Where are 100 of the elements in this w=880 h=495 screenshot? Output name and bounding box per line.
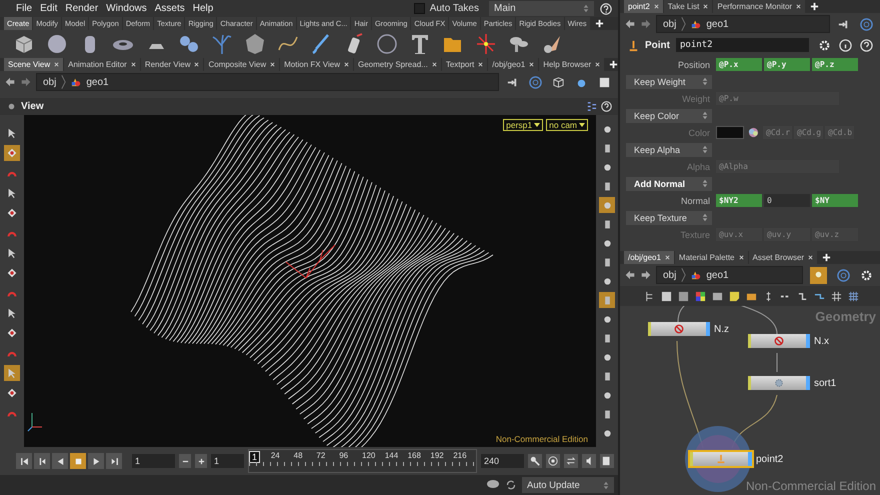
path-crumb[interactable]: obj: [43, 76, 56, 88]
node-name-field[interactable]: point2: [676, 38, 809, 52]
tree-view-icon[interactable]: [644, 290, 655, 302]
network-node[interactable]: [690, 452, 752, 466]
menu-item[interactable]: File: [12, 3, 36, 14]
parameter-dropdown[interactable]: Keep Alpha: [626, 142, 712, 156]
pane-tab[interactable]: Asset Browser: [748, 251, 818, 264]
start-frame-field[interactable]: 1: [211, 454, 244, 468]
menu-item[interactable]: Windows: [102, 3, 151, 14]
timeline-ruler[interactable]: 1 24 48 72 96 120 144 168 192 216: [248, 449, 477, 473]
auto-takes-checkbox[interactable]: [414, 3, 425, 14]
forward-arrow-icon[interactable]: [640, 269, 652, 281]
parameter-field[interactable]: 0: [764, 194, 810, 207]
network-node[interactable]: [748, 376, 810, 390]
camera-lock-menu[interactable]: no cam: [546, 119, 588, 131]
key-icon[interactable]: [528, 454, 542, 468]
close-icon[interactable]: [738, 255, 744, 260]
refresh-icon[interactable]: [504, 479, 518, 491]
gear-icon[interactable]: [860, 268, 873, 282]
color-palette-icon[interactable]: [695, 290, 706, 302]
list-view-icon[interactable]: [661, 290, 672, 302]
grid-icon[interactable]: [848, 290, 859, 302]
close-icon[interactable]: [344, 62, 349, 67]
color-wheel-icon[interactable]: [748, 127, 759, 138]
parameter-dropdown[interactable]: Add Normal: [626, 176, 712, 190]
target-icon[interactable]: [860, 18, 873, 30]
path-crumb[interactable]: geo1: [86, 76, 109, 88]
frame-field[interactable]: 1: [132, 454, 175, 468]
menu-item[interactable]: Help: [188, 3, 218, 14]
export-icon[interactable]: [600, 454, 614, 468]
pane-tab[interactable]: /obj/geo1: [488, 58, 538, 71]
pane-tab[interactable]: Scene View: [4, 58, 64, 71]
sphere-icon[interactable]: [45, 32, 69, 56]
path-crumb[interactable]: geo1: [706, 270, 729, 280]
close-icon[interactable]: [654, 4, 659, 9]
pane-tab[interactable]: Take List: [664, 0, 712, 13]
close-icon[interactable]: [703, 4, 708, 9]
pane-tab[interactable]: Render View: [140, 58, 204, 71]
back-arrow-icon[interactable]: [624, 269, 636, 281]
pane-tab[interactable]: Geometry Spread...: [354, 58, 441, 71]
camera-menu[interactable]: persp1: [503, 119, 544, 131]
pane-tab[interactable]: Animation Editor: [64, 58, 140, 71]
close-icon[interactable]: [130, 62, 136, 67]
close-icon[interactable]: [478, 62, 484, 67]
info-icon[interactable]: [839, 38, 852, 52]
path-field[interactable]: obj geo1: [36, 73, 499, 91]
close-icon[interactable]: [664, 255, 670, 260]
end-frame-field[interactable]: 240: [481, 454, 524, 468]
close-icon[interactable]: [529, 62, 534, 67]
link-icon[interactable]: [810, 266, 827, 284]
parameter-dropdown[interactable]: Keep Weight: [626, 74, 712, 88]
update-mode-dropdown[interactable]: Auto Update: [522, 477, 614, 493]
pane-tab[interactable]: Performance Monitor: [713, 0, 806, 13]
target-icon[interactable]: [837, 268, 850, 282]
step-icon[interactable]: [797, 290, 808, 302]
sticky-note-icon[interactable]: [729, 290, 740, 302]
loop-icon[interactable]: [564, 454, 578, 468]
image-icon[interactable]: [678, 290, 689, 302]
parameter-dropdown[interactable]: Keep Color: [626, 108, 712, 122]
polyhedron-icon[interactable]: [243, 32, 267, 56]
tree-icon[interactable]: [210, 32, 234, 56]
path-crumb[interactable]: obj: [663, 270, 676, 280]
close-icon[interactable]: [808, 255, 814, 260]
pane-tab[interactable]: Composite View: [204, 58, 280, 71]
tool-icon[interactable]: [4, 145, 20, 161]
close-icon[interactable]: [270, 62, 276, 67]
help-icon[interactable]: [601, 101, 612, 112]
viewport[interactable]: persp1 no cam Non-Commercial Edition: [24, 115, 596, 447]
back-arrow-icon[interactable]: [624, 18, 636, 30]
menu-item[interactable]: Render: [61, 3, 102, 14]
cube-outline-icon[interactable]: [552, 76, 565, 88]
back-arrow-icon[interactable]: [4, 76, 16, 88]
prev-key-button[interactable]: [34, 453, 50, 469]
close-icon[interactable]: [194, 62, 200, 67]
path-field[interactable]: obj geo1: [656, 266, 803, 284]
close-icon[interactable]: [796, 4, 802, 9]
pane-tab[interactable]: /obj/geo1: [624, 251, 674, 264]
target-icon[interactable]: [529, 76, 542, 88]
close-icon[interactable]: [54, 62, 60, 67]
path-crumb[interactable]: geo1: [706, 18, 729, 30]
forward-arrow-icon[interactable]: [640, 18, 652, 30]
plus-button[interactable]: [195, 454, 207, 468]
pane-tab[interactable]: Motion FX View: [280, 58, 353, 71]
close-icon[interactable]: [595, 62, 600, 67]
display-options-icon[interactable]: [586, 101, 597, 112]
square-icon[interactable]: [598, 76, 611, 88]
speech-bubble-icon[interactable]: [486, 479, 500, 491]
reverse-button[interactable]: [52, 453, 68, 469]
pane-tab[interactable]: point2: [624, 0, 663, 13]
grid-icon[interactable]: [831, 290, 842, 302]
desktop-dropdown[interactable]: Main: [489, 1, 594, 16]
forward-arrow-icon[interactable]: [20, 76, 32, 88]
target-icon[interactable]: [546, 454, 560, 468]
help-icon[interactable]: [860, 38, 873, 52]
first-button[interactable]: [16, 453, 32, 469]
current-frame-marker[interactable]: 1: [249, 451, 260, 463]
pane-tab[interactable]: Material Palette: [674, 251, 748, 264]
path-crumb[interactable]: obj: [663, 18, 676, 30]
network-node[interactable]: [748, 334, 810, 348]
next-key-button[interactable]: [106, 453, 122, 469]
